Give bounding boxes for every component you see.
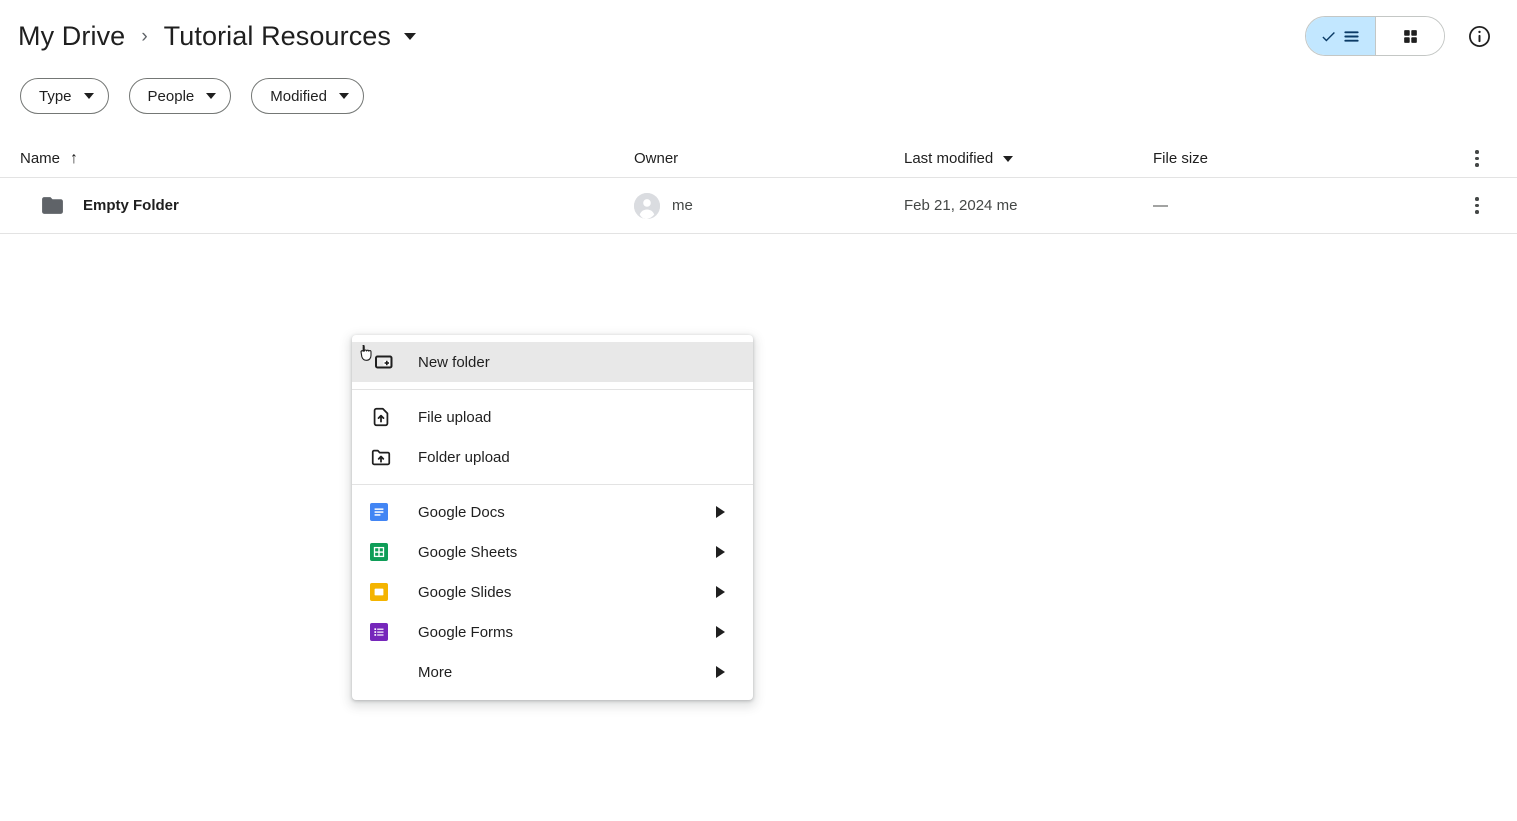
file-list-table: Name ↑ Owner Last modified File size Emp…: [0, 140, 1517, 234]
row-overflow-button[interactable]: [1457, 191, 1497, 220]
avatar: [634, 192, 660, 219]
filter-chip-type-label: Type: [39, 87, 72, 105]
folder-icon: [40, 193, 65, 218]
grid-icon: [1403, 29, 1417, 43]
details-info-button[interactable]: [1459, 16, 1499, 56]
file-size-label: —: [1153, 197, 1168, 214]
breadcrumb: My Drive › Tutorial Resources: [18, 22, 417, 50]
filter-chip-people[interactable]: People: [128, 78, 232, 114]
filter-chip-type[interactable]: Type: [20, 78, 109, 114]
context-menu-item-google-slides-label: Google Slides: [418, 583, 512, 601]
more-vert-icon: [1469, 144, 1485, 173]
submenu-arrow-icon: [716, 506, 725, 518]
context-menu-item-new-folder[interactable]: New folder: [352, 342, 753, 382]
column-header-owner[interactable]: Owner: [634, 150, 904, 167]
google-slides-icon: [370, 583, 396, 601]
chevron-down-icon: [206, 93, 217, 99]
chevron-down-icon: [83, 93, 94, 99]
table-header-overflow-button[interactable]: [1457, 144, 1497, 173]
context-menu-item-google-slides[interactable]: Google Slides: [352, 572, 753, 612]
context-menu-item-google-forms[interactable]: Google Forms: [352, 612, 753, 652]
column-header-file-size[interactable]: File size: [1153, 150, 1457, 167]
table-header-row: Name ↑ Owner Last modified File size: [0, 140, 1517, 178]
context-menu-item-google-sheets[interactable]: Google Sheets: [352, 532, 753, 572]
list-view-button[interactable]: [1306, 17, 1375, 55]
context-menu-item-new-folder-label: New folder: [418, 353, 490, 371]
file-upload-icon: [370, 406, 396, 428]
context-menu-item-more[interactable]: More: [352, 652, 753, 692]
submenu-arrow-icon: [716, 666, 725, 678]
sort-ascending-icon: ↑: [70, 149, 79, 167]
row-owner-cell: me: [634, 192, 904, 219]
filter-chip-modified-label: Modified: [270, 87, 327, 105]
breadcrumb-separator-icon: ›: [141, 25, 148, 47]
chevron-down-icon[interactable]: [404, 32, 417, 40]
row-file-size-cell: —: [1153, 197, 1457, 214]
context-menu-item-more-label: More: [418, 663, 453, 681]
context-menu-item-google-sheets-label: Google Sheets: [418, 543, 518, 561]
row-name-cell: Empty Folder: [20, 193, 634, 218]
list-icon: [1344, 30, 1359, 42]
menu-divider: [352, 389, 753, 390]
column-header-name-label: Name: [20, 150, 61, 167]
row-last-modified-cell: Feb 21, 2024 me: [904, 197, 1153, 214]
column-header-name[interactable]: Name ↑: [20, 150, 634, 167]
filter-chip-people-label: People: [147, 87, 195, 105]
breadcrumb-current[interactable]: Tutorial Resources: [164, 22, 391, 50]
column-header-last-modified-label: Last modified: [904, 150, 994, 167]
google-docs-icon: [370, 503, 396, 521]
menu-divider: [352, 484, 753, 485]
column-header-owner-label: Owner: [634, 150, 679, 167]
app-header: My Drive › Tutorial Resources: [0, 0, 1517, 72]
more-vert-icon: [1469, 191, 1485, 220]
owner-label: me: [672, 197, 693, 214]
view-toggle-group: [1305, 16, 1445, 56]
table-row[interactable]: Empty Folder me Feb 21, 2024 me —: [0, 178, 1517, 234]
file-name-label: Empty Folder: [83, 197, 179, 214]
chevron-down-icon: [1003, 155, 1014, 162]
filter-chip-modified[interactable]: Modified: [251, 78, 364, 114]
submenu-arrow-icon: [716, 626, 725, 638]
header-actions: [1305, 16, 1499, 56]
context-menu-item-google-docs-label: Google Docs: [418, 503, 505, 521]
context-menu-item-file-upload[interactable]: File upload: [352, 397, 753, 437]
grid-view-button[interactable]: [1375, 17, 1444, 55]
context-menu-item-folder-upload-label: Folder upload: [418, 448, 510, 466]
google-forms-icon: [370, 623, 396, 641]
submenu-arrow-icon: [716, 586, 725, 598]
breadcrumb-root[interactable]: My Drive: [18, 22, 125, 50]
context-menu-item-google-forms-label: Google Forms: [418, 623, 514, 641]
last-modified-label: Feb 21, 2024 me: [904, 197, 1018, 214]
column-header-last-modified[interactable]: Last modified: [904, 150, 1153, 167]
filter-chip-bar: Type People Modified: [0, 78, 1517, 114]
context-menu-item-folder-upload[interactable]: Folder upload: [352, 437, 753, 477]
context-menu: New folder File upload Folder upload Goo…: [352, 335, 753, 700]
submenu-arrow-icon: [716, 546, 725, 558]
google-sheets-icon: [370, 543, 396, 561]
chevron-down-icon: [338, 93, 349, 99]
new-folder-icon: [360, 344, 396, 375]
info-icon: [1468, 25, 1490, 47]
folder-upload-icon: [370, 446, 396, 468]
column-header-file-size-label: File size: [1153, 150, 1209, 167]
context-menu-item-file-upload-label: File upload: [418, 408, 492, 426]
context-menu-item-google-docs[interactable]: Google Docs: [352, 492, 753, 532]
check-icon: [1322, 31, 1335, 41]
